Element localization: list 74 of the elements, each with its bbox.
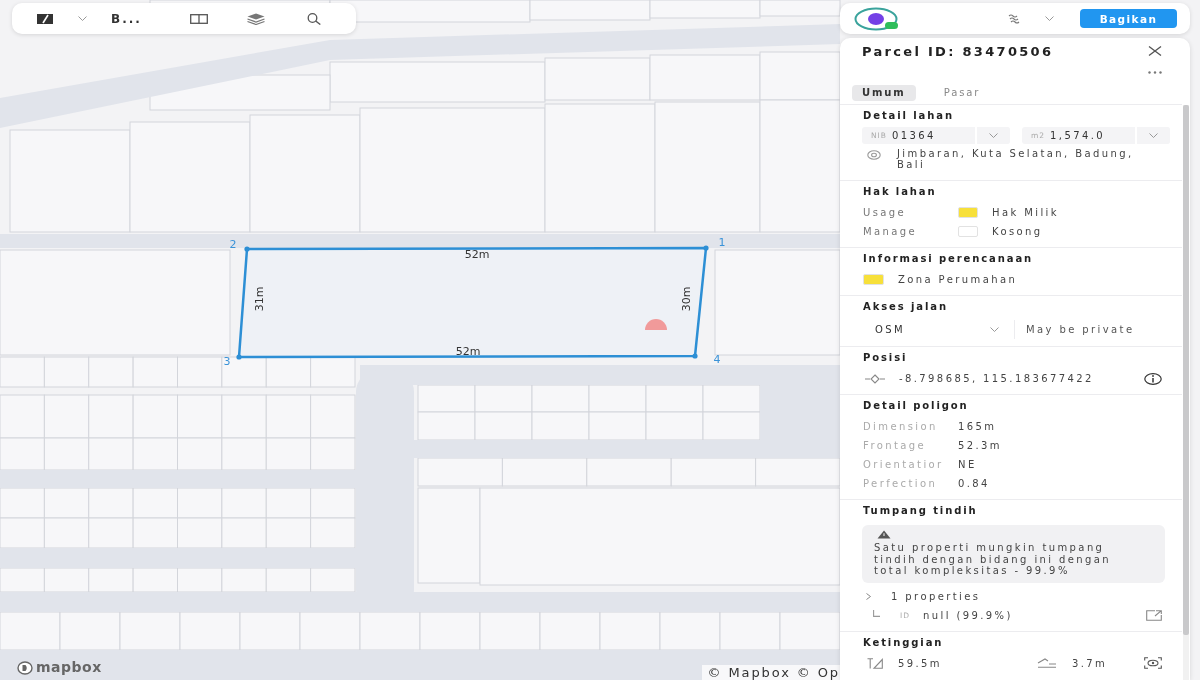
caret-icon[interactable] [78,16,87,21]
marker-icon [645,319,667,330]
vertex-number: 3 [223,355,231,368]
section-title: Detail lahan [863,109,955,123]
field-label: Frontage [863,440,928,451]
map-attribution[interactable]: © Mapbox © Op [702,665,840,680]
section-title: Ketinggian [863,635,945,650]
vertex-handle[interactable] [244,246,250,252]
chevron-right-icon[interactable] [866,592,871,600]
info-icon[interactable] [1144,372,1162,385]
field-label: Manage [863,226,919,237]
more-icon[interactable] [1148,70,1162,74]
ring-icon [867,150,881,160]
app-logo-icon[interactable] [37,13,53,24]
height-icon [867,657,883,669]
parcel-outline[interactable] [237,246,708,359]
field-value: Kosong [992,226,1043,237]
warning-text: Satu properti mungkin tumpang tindih dengan bidang ini dengan total kompleksitas - 99.9% [874,542,1113,577]
tree-branch-icon [873,609,880,617]
scan-icon[interactable] [1144,657,1162,669]
vertex-handle[interactable] [692,353,698,359]
access-note: May be private [1026,323,1135,335]
section-title: Akses jalan [863,300,949,314]
field-value: NE [958,459,977,470]
vertex-handle[interactable] [703,245,709,251]
field-value: Hak Milik [992,207,1059,218]
coordinates-text: -8.798685, 115.183677422 [899,373,1094,384]
slope-icon [1037,658,1057,668]
caret-icon[interactable] [1045,16,1054,21]
field-label: Usage [863,207,908,218]
edge-length-label: 52m [455,345,481,358]
section-title: Posisi [863,351,909,365]
vertex-number: 1 [718,236,726,249]
warning-icon [877,530,891,539]
close-icon[interactable] [1148,46,1162,56]
section-title: Tumpang tindih [863,504,979,518]
waves-icon[interactable] [1008,13,1020,24]
logo-wordmark: mapbox [36,660,102,675]
field-label: Dimension [863,421,939,432]
section-title: Hak lahan [863,185,938,199]
crosshair-icon [865,373,885,384]
tab[interactable]: Pasar [933,84,991,101]
zone-label: Zona Perumahan [898,274,1018,285]
field-value: 0.84 [958,478,990,489]
logo-icon [17,660,33,675]
slope-value: 3.7m [1072,657,1108,669]
tab[interactable]: Umum [852,84,916,101]
section-title: Informasi perencanaan [863,252,1035,266]
edge-length-label: 52m [464,248,490,261]
field-label: Perfection [863,478,939,489]
caret-icon [989,133,998,138]
layers-icon[interactable] [246,12,265,25]
external-link-icon[interactable] [1146,609,1162,621]
address-text: Jimbaran, Kuta Selatan, Badung, Bali [897,148,1135,170]
panel-title: Parcel ID: 83470506 [862,43,1054,59]
section-title: Detail poligon [863,399,970,413]
vertex-number: 4 [713,353,721,366]
field-value: null (99.9%) [923,609,1013,621]
vertex-handle[interactable] [236,354,242,360]
caret-icon [1149,133,1158,138]
project-name-button[interactable]: B... [109,11,144,26]
field-value: 165m [958,421,997,432]
field-label: Orientatior [863,459,945,470]
edge-length-label: 31m [253,286,266,312]
height-value: 59.5m [898,657,942,669]
search-icon[interactable] [306,12,321,25]
caret-icon [990,326,999,332]
edge-length-label: 30m [680,286,693,312]
scrollbar-thumb[interactable] [1183,105,1189,635]
book-icon[interactable] [189,13,208,24]
field-value: 52.3m [958,440,1002,451]
logo-icon[interactable] [854,6,900,31]
group-label[interactable]: 1 properties [891,590,981,602]
vertex-number: 2 [229,238,237,251]
